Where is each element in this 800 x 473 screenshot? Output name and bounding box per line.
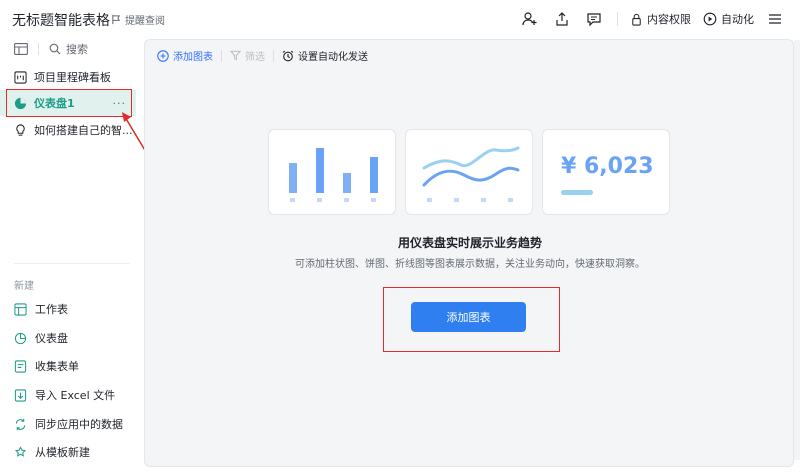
new-from-template-button[interactable]: 从模板新建 [14,442,90,462]
sync-icon [15,418,26,430]
share-icon[interactable] [551,8,573,30]
add-chart-toolbar-button[interactable]: 添加图表 [157,48,213,63]
lock-icon [632,13,641,26]
kpi-underline [561,190,593,195]
alarm-clock-icon [282,50,294,61]
new-item-label: 同步应用中的数据 [35,418,123,431]
lightbulb-icon [16,123,25,136]
new-section-label: 新建 [14,281,34,292]
play-circle-icon [703,12,717,26]
automation-send-label: 设置自动化发送 [298,52,368,63]
bar-chart-illustration [268,129,396,215]
add-chart-toolbar-label: 添加图表 [173,52,213,63]
import-excel-button[interactable]: 导入 Excel 文件 [14,385,115,405]
permission-label: 内容权限 [647,13,691,26]
menu-icon[interactable] [764,8,786,30]
tool-divider [38,43,39,55]
sidebar-item-label: 项目里程碑看板 [34,71,111,84]
automation-button[interactable]: 自动化 [703,11,754,27]
kpi-value: ¥ 6,023 [561,154,654,179]
line-chart-icon [422,146,520,202]
line-chart-illustration [405,129,533,215]
permission-button[interactable]: 内容权限 [630,11,691,27]
new-item-label: 仪表盘 [35,332,68,345]
right-scrollbar[interactable] [794,40,800,460]
automation-send-button[interactable]: 设置自动化发送 [282,48,368,63]
import-icon [14,388,27,402]
template-icon [14,445,27,457]
automation-label: 自动化 [721,13,754,26]
sync-data-button[interactable]: 同步应用中的数据 [14,414,123,434]
top-bar: 无标题智能表格 提醒查阅 内容权限 自动化 [0,0,800,38]
remind-link[interactable]: 提醒查阅 [111,12,165,27]
new-item-label: 工作表 [35,303,68,316]
sidebar-item-milestone-kanban[interactable]: 项目里程碑看板 [0,64,136,90]
form-icon [14,359,27,373]
new-dashboard-button[interactable]: 仪表盘 [14,328,68,348]
add-collaborator-icon[interactable] [519,8,541,30]
search-placeholder: 搜索 [66,43,88,56]
dashboard-toolbar: 添加图表 筛选 设置自动化发送 [157,48,368,63]
filter-button[interactable]: 筛选 [230,48,265,63]
bar-chart-icon [289,148,378,202]
highlight-box-dashboard [6,89,132,117]
empty-state-description: 可添加柱状图、饼图、折线图等图表展示数据，关注业务动向，快速获取洞察。 [295,259,645,270]
new-item-label: 从模板新建 [35,446,90,459]
toolbar-separator [221,49,222,62]
toolbar-separator [273,49,274,62]
dashboard-canvas: 添加图表 筛选 设置自动化发送 ¥ 6,023 用仪表盘实时展示业务趋势 可添加… [144,39,794,467]
new-item-label: 收集表单 [35,360,79,373]
comment-icon[interactable] [583,8,605,30]
empty-state-title: 用仪表盘实时展示业务趋势 [397,236,542,250]
plus-circle-icon [157,49,169,62]
new-item-label: 导入 Excel 文件 [35,389,116,402]
flag-icon [112,14,121,25]
sidebar: 搜索 项目里程碑看板 仪表盘1 ··· 如何搭建自己的智... 新建 工作表 仪… [0,38,140,473]
sidebar-item-how-to-build[interactable]: 如何搭建自己的智... [0,117,136,143]
sidebar-toggle-icon[interactable] [14,43,28,55]
search-icon [49,43,61,55]
search-button[interactable]: 搜索 [49,41,88,57]
add-chart-button[interactable]: 添加图表 [411,302,526,332]
filter-label: 筛选 [245,52,265,63]
sidebar-divider [14,263,130,264]
kpi-illustration: ¥ 6,023 [542,129,670,215]
kanban-icon [14,70,27,84]
remind-link-label: 提醒查阅 [125,16,165,27]
pie-chart-icon [14,332,27,344]
new-sheet-button[interactable]: 工作表 [14,299,68,319]
toolbar-separator [617,12,618,26]
filter-icon [230,50,241,61]
document-title[interactable]: 无标题智能表格 [12,10,110,30]
new-form-button[interactable]: 收集表单 [14,356,79,376]
sheet-icon [14,302,27,316]
